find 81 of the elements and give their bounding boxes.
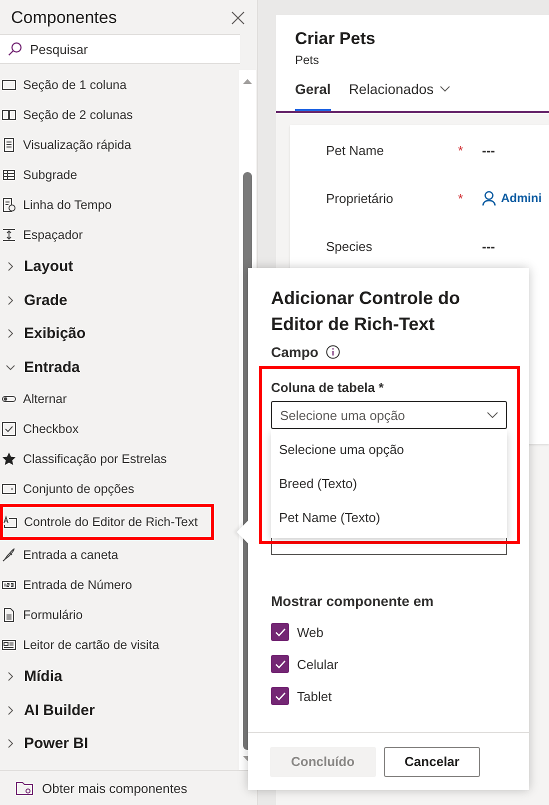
component-item[interactable]: Linha do Tempo — [0, 190, 120, 220]
cancel-button[interactable]: Cancelar — [384, 746, 480, 776]
text-box-icon — [3, 515, 17, 529]
number-icon — [2, 578, 16, 592]
component-item[interactable]: Classificação por Estrelas — [0, 444, 175, 474]
two-column-icon — [2, 108, 16, 122]
pen-icon — [2, 548, 16, 562]
required-asterisk: * — [458, 142, 464, 158]
chevron-right-icon — [6, 672, 15, 682]
component-item[interactable]: Controle do Editor de Rich-Text — [0, 504, 214, 540]
section-label: Campo — [271, 344, 318, 360]
scroll-up-icon[interactable] — [243, 78, 252, 84]
chevron-right-icon — [6, 739, 15, 748]
check-icon — [274, 628, 286, 636]
search-field[interactable]: Pesquisar — [0, 34, 240, 64]
info-icon[interactable] — [326, 345, 340, 359]
component-item[interactable]: Conjunto de opções — [0, 474, 142, 504]
folder-icon — [16, 780, 34, 796]
chevron-down-icon — [487, 412, 498, 418]
checkbox[interactable] — [271, 623, 289, 641]
field-label: Coluna de tabela * — [271, 380, 385, 395]
category-header[interactable]: Layout — [0, 250, 80, 284]
dropdown-option[interactable]: Pet Name (Texto) — [271, 500, 507, 534]
dropdown-option[interactable]: Selecione uma opção — [271, 432, 507, 466]
component-item[interactable]: Alternar — [0, 384, 75, 414]
check-icon — [274, 660, 286, 668]
panel-title: Componentes — [11, 8, 117, 28]
entity-name: Pets — [295, 53, 320, 67]
tab[interactable]: Relacionados — [348, 81, 450, 111]
component-item[interactable]: Formulário — [0, 600, 91, 630]
chevron-down-icon — [6, 362, 15, 372]
checkbox[interactable] — [271, 655, 289, 673]
star-icon — [2, 452, 16, 466]
field-label: Species — [326, 238, 374, 254]
document-icon — [2, 138, 16, 152]
category-header[interactable]: Power BI — [0, 727, 94, 760]
lookup-value[interactable]: Admini — [482, 190, 549, 206]
component-item[interactable]: Entrada a caneta — [0, 540, 126, 570]
component-item[interactable]: Checkbox — [0, 414, 87, 444]
category-header[interactable]: AI Builder — [0, 694, 101, 727]
component-item[interactable]: Seção de 1 coluna — [0, 70, 135, 100]
section-icon — [2, 78, 16, 92]
field-label: Pet Name — [326, 142, 385, 158]
field-value[interactable]: --- — [482, 142, 549, 158]
chevron-right-icon — [6, 262, 15, 272]
component-item[interactable]: Seção de 2 colunas — [0, 100, 141, 130]
chevron-right-icon — [6, 706, 15, 715]
required-asterisk: * — [458, 190, 464, 206]
checkbox-label: Tablet — [297, 688, 332, 704]
get-more-link[interactable]: Obter mais componentes — [42, 780, 188, 796]
tab[interactable]: Geral — [295, 81, 331, 111]
section-label: Mostrar componente em — [271, 593, 435, 609]
chevron-down-icon — [440, 86, 450, 92]
category-header[interactable]: Entrada — [0, 350, 86, 384]
form-icon — [2, 608, 16, 622]
category-header[interactable]: Grade — [0, 284, 74, 317]
chevron-right-icon — [6, 296, 15, 305]
form-title: Criar Pets — [295, 29, 376, 49]
checkbox[interactable] — [271, 687, 289, 705]
check-icon — [274, 692, 286, 700]
component-item[interactable]: Espaçador — [0, 220, 91, 250]
category-header[interactable]: Exibição — [0, 317, 92, 350]
field-value[interactable]: --- — [482, 238, 549, 254]
checkbox-label: Web — [297, 624, 324, 640]
component-item[interactable]: Entrada de Número — [0, 570, 140, 600]
chevron-right-icon — [6, 329, 15, 338]
component-item[interactable]: Leitor de cartão de visita — [0, 630, 168, 660]
dropdown-icon — [2, 482, 16, 496]
checkbox-label: Celular — [297, 656, 338, 672]
category-header[interactable]: Mídia — [0, 660, 68, 694]
component-item[interactable]: Visualização rápida — [0, 130, 140, 160]
close-icon[interactable] — [231, 11, 245, 25]
component-item[interactable]: Subgrade — [0, 160, 86, 190]
card-icon — [2, 638, 16, 652]
spacer-icon — [2, 228, 16, 242]
dialog-title: Adicionar Controle do Editor de Rich-Text — [271, 287, 461, 336]
grid-icon — [2, 168, 16, 182]
person-icon — [482, 190, 496, 206]
dropdown-option[interactable]: Breed (Texto) — [271, 466, 507, 500]
field-label: Proprietário — [326, 190, 394, 206]
checkbox-icon — [2, 422, 16, 436]
